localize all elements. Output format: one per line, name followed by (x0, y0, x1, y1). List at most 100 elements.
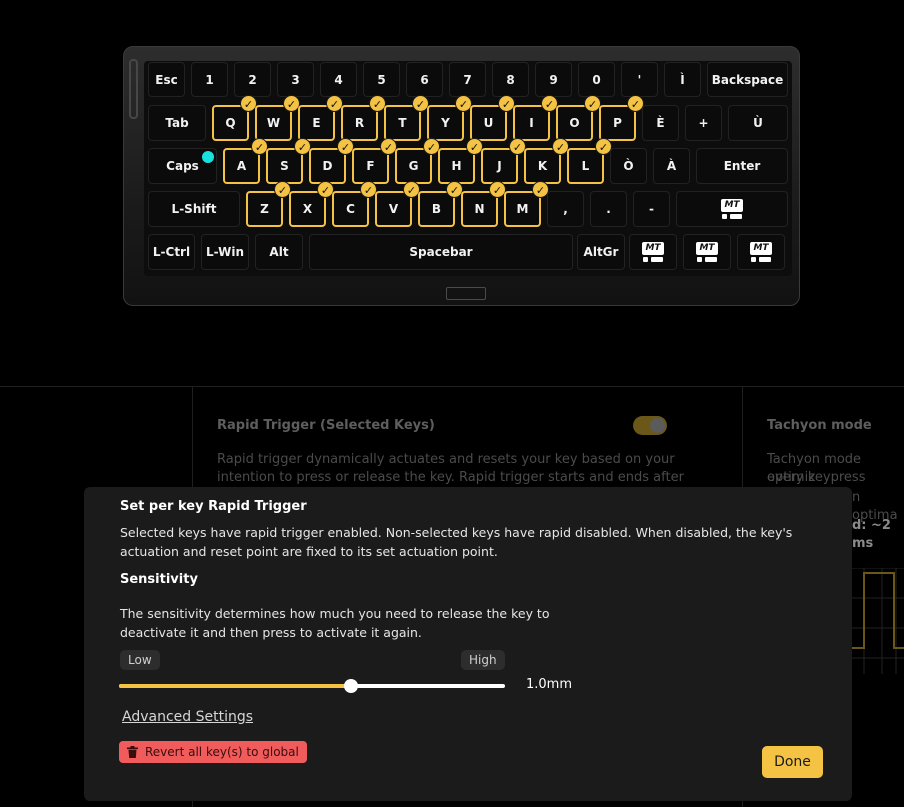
key-7[interactable]: 7 (449, 62, 486, 97)
tachyon-mode-title: Tachyon mode (767, 418, 872, 433)
rapid-trigger-toggle[interactable] (633, 416, 667, 435)
key-label: V (388, 202, 399, 216)
key-label: 8 (506, 72, 515, 87)
key-label: . (606, 202, 611, 216)
key-0[interactable]: 0 (578, 62, 615, 97)
slider-value: 1.0mm (526, 677, 573, 692)
key-symbol[interactable]: È (642, 105, 679, 141)
slider-thumb[interactable] (343, 679, 358, 693)
key-mt-4-7[interactable]: MT (737, 234, 785, 270)
key-label: K (537, 159, 548, 173)
key-label: Ù (753, 116, 763, 130)
key-5[interactable]: 5 (363, 62, 400, 97)
key-9[interactable]: 9 (535, 62, 572, 97)
key-symbol[interactable]: , (547, 191, 584, 227)
key-label: 6 (420, 72, 429, 87)
key-symbol[interactable]: À (653, 148, 690, 184)
key-altgr[interactable]: AltGr (577, 234, 625, 270)
rapid-trigger-description-2: intention to press or release the key. R… (217, 470, 684, 485)
key-label: 7 (463, 72, 472, 87)
mt-icon-label: MT (642, 242, 664, 255)
key-3[interactable]: 3 (277, 62, 314, 97)
keyboard-port (446, 287, 486, 300)
key-label: P (613, 116, 622, 130)
key-enter[interactable]: Enter (696, 148, 788, 184)
key-label: Caps (166, 159, 199, 173)
key-alt[interactable]: Alt (255, 234, 303, 270)
key-mt-3-11[interactable]: MT (676, 191, 788, 227)
sensitivity-slider[interactable] (119, 679, 505, 693)
slider-high-label: High (461, 650, 505, 670)
modal-title: Set per key Rapid Trigger (120, 499, 307, 514)
key-label: Spacebar (409, 245, 473, 259)
key-symbol[interactable]: Ì (664, 62, 701, 97)
rapid-trigger-title: Rapid Trigger (Selected Keys) (217, 418, 435, 433)
key-2[interactable]: 2 (234, 62, 271, 97)
key-label: AltGr (583, 245, 619, 259)
key-label: L-Ctrl (152, 245, 191, 259)
key-label: L-Shift (171, 202, 217, 216)
key-label: + (698, 116, 709, 130)
key-spacebar[interactable]: Spacebar (309, 234, 573, 270)
mt-icon-label: MT (721, 199, 743, 212)
key-l-shift[interactable]: L-Shift (148, 191, 240, 227)
key-symbol[interactable]: - (633, 191, 670, 227)
tachyon-latency: d: ~2 ms (852, 518, 891, 551)
key-l-win[interactable]: L-Win (201, 234, 249, 270)
key-mt-4-5[interactable]: MT (629, 234, 677, 270)
key-label: E (312, 116, 321, 130)
key-label: , (563, 202, 568, 216)
key-tab[interactable]: Tab (148, 105, 206, 141)
key-symbol[interactable]: + (685, 105, 722, 141)
key-label: O (569, 116, 580, 130)
caps-lock-indicator (202, 151, 214, 163)
key-label: T (398, 116, 407, 130)
section-divider (0, 386, 904, 387)
modal-description-2: actuation and reset point are fixed to i… (120, 544, 498, 559)
sensitivity-title: Sensitivity (120, 572, 198, 587)
key-label: F (366, 159, 375, 173)
key-label: 0 (592, 72, 601, 87)
key-1[interactable]: 1 (191, 62, 228, 97)
done-button[interactable]: Done (762, 746, 823, 778)
key-8[interactable]: 8 (492, 62, 529, 97)
key-label: I (529, 116, 534, 130)
key-l-ctrl[interactable]: L-Ctrl (148, 234, 195, 270)
key-label: 5 (377, 72, 386, 87)
key-label: 9 (549, 72, 558, 87)
trash-icon (127, 746, 138, 758)
key-6[interactable]: 6 (406, 62, 443, 97)
advanced-settings-link[interactable]: Advanced Settings (122, 709, 253, 725)
key-label: Backspace (711, 72, 784, 87)
key-label: A (236, 159, 247, 173)
key-label: Tab (165, 116, 189, 130)
key-label: ' (637, 72, 642, 87)
key-symbol[interactable]: . (590, 191, 627, 227)
key-label: 1 (205, 72, 214, 87)
key-label: Ì (680, 72, 685, 87)
revert-all-button[interactable]: Revert all key(s) to global (119, 741, 307, 763)
key-4[interactable]: 4 (320, 62, 357, 97)
rapid-trigger-description-1: Rapid trigger dynamically actuates and r… (217, 452, 675, 467)
key-label: H (451, 159, 462, 173)
key-symbol[interactable]: Ò (610, 148, 647, 184)
key-mt-4-6[interactable]: MT (683, 234, 731, 270)
modal-description-1: Selected keys have rapid trigger enabled… (120, 525, 793, 540)
key-label: À (666, 159, 677, 173)
key-label: 4 (334, 72, 343, 87)
key-symbol[interactable]: Ù (728, 105, 788, 141)
key-label: N (474, 202, 485, 216)
key-label: Q (225, 116, 236, 130)
key-esc[interactable]: Esc (148, 62, 185, 97)
slider-fill (119, 684, 351, 688)
key-label: Z (260, 202, 269, 216)
tachyon-graph (852, 568, 904, 674)
key-label: D (322, 159, 333, 173)
key-label: L-Win (206, 245, 244, 259)
sensitivity-description-2: deactivate it and then press to activate… (120, 625, 422, 640)
key-backspace[interactable]: Backspace (707, 62, 788, 97)
key-label: Enter (723, 159, 761, 173)
key-symbol[interactable]: ' (621, 62, 658, 97)
key-label: X (302, 202, 313, 216)
key-label: W (266, 116, 281, 130)
